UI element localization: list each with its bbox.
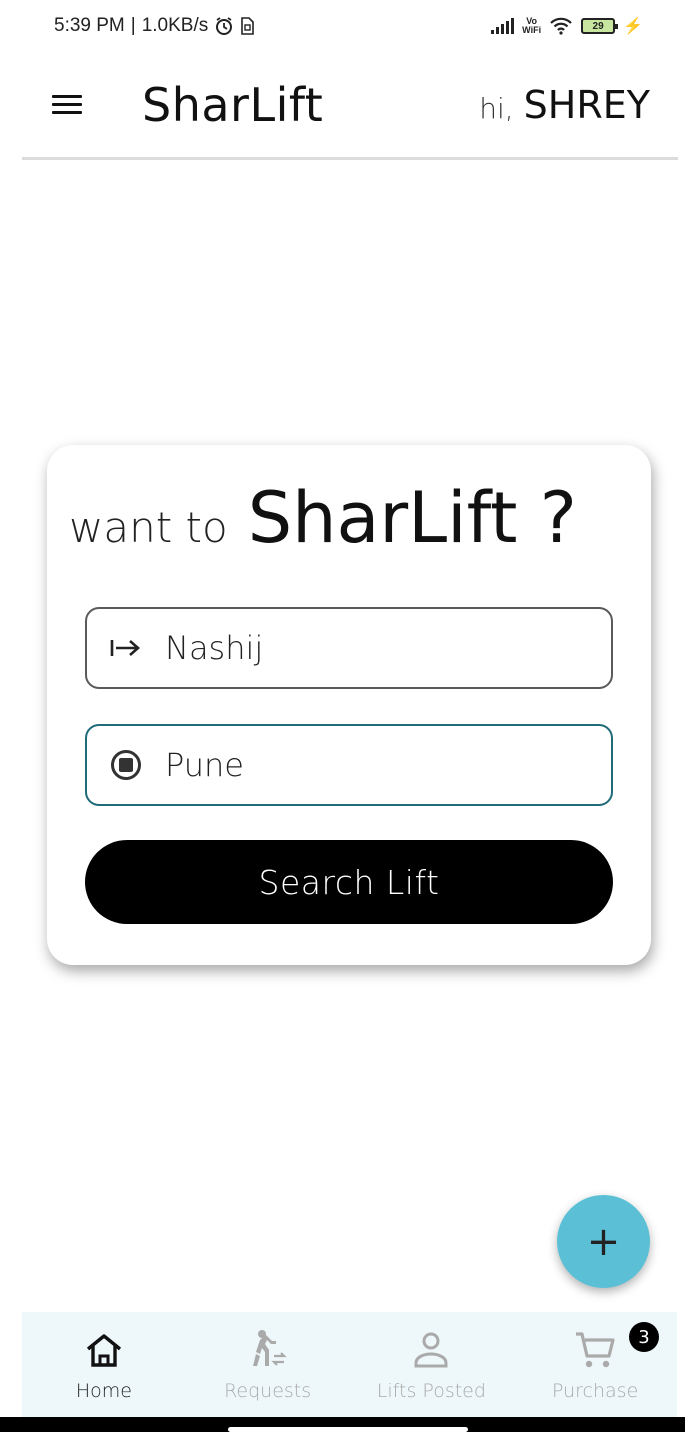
from-location-value: Nashij xyxy=(165,629,264,667)
app-bar: SharLift hi, SHREY xyxy=(22,52,678,160)
card-heading: want to SharLift ? xyxy=(69,477,577,559)
status-separator: | xyxy=(130,15,136,36)
greeting-hi: hi, xyxy=(479,91,514,125)
status-bar: 5:39 PM | 1.0KB/s Vo WiFi 29 ⚡ xyxy=(0,0,685,52)
to-location-value: Pune xyxy=(165,746,244,784)
search-lift-button[interactable]: Search Lift xyxy=(85,840,613,924)
sim-icon xyxy=(241,17,255,35)
status-time: 5:39 PM xyxy=(54,15,125,36)
cart-icon xyxy=(573,1328,617,1372)
nav-label-lifts-posted: Lifts Posted xyxy=(376,1379,486,1402)
plus-icon: + xyxy=(586,1218,621,1265)
add-lift-fab[interactable]: + xyxy=(557,1195,650,1288)
user-name: SHREY xyxy=(523,82,650,127)
radio-stop-icon xyxy=(109,748,143,782)
nav-label-home: Home xyxy=(75,1379,132,1402)
person-icon xyxy=(411,1328,451,1372)
search-lift-card: want to SharLift ? Nashij Pune Search Li… xyxy=(47,445,651,965)
hamburger-menu-icon[interactable] xyxy=(52,90,86,120)
status-right: Vo WiFi 29 ⚡ xyxy=(491,16,643,36)
from-location-field[interactable]: Nashij xyxy=(85,607,613,689)
app-title: SharLift xyxy=(142,77,324,132)
card-heading-brand: SharLift ? xyxy=(247,477,577,559)
to-location-field[interactable]: Pune xyxy=(85,724,613,806)
nav-item-lifts-posted[interactable]: Lifts Posted xyxy=(350,1312,514,1417)
nav-item-requests[interactable]: Requests xyxy=(186,1312,350,1417)
alarm-icon xyxy=(216,17,233,35)
wifi-icon xyxy=(550,17,572,35)
nav-label-purchase: Purchase xyxy=(551,1379,639,1402)
walking-transfer-icon xyxy=(246,1328,290,1372)
nav-item-purchase[interactable]: Purchase 3 xyxy=(513,1312,677,1417)
nav-item-home[interactable]: Home xyxy=(22,1312,186,1417)
charging-icon: ⚡ xyxy=(623,18,643,35)
signal-icon xyxy=(491,18,515,34)
battery-level: 29 xyxy=(592,20,604,32)
vowifi-icon: Vo WiFi xyxy=(522,16,542,35)
screen: 5:39 PM | 1.0KB/s Vo WiFi 29 ⚡ SharLift … xyxy=(0,0,685,1432)
status-speed: 1.0KB/s xyxy=(141,15,209,36)
greeting: hi, SHREY xyxy=(479,83,650,127)
status-left: 5:39 PM | 1.0KB/s xyxy=(54,15,255,37)
arrow-right-to-icon xyxy=(109,631,143,665)
home-indicator[interactable] xyxy=(228,1427,468,1432)
battery-icon: 29 xyxy=(581,18,619,34)
nav-label-requests: Requests xyxy=(224,1379,312,1402)
card-heading-want: want to xyxy=(69,503,228,552)
bottom-nav: Home Requests Lifts Posted Purchase 3 xyxy=(22,1312,677,1417)
cart-count-badge: 3 xyxy=(629,1322,659,1352)
home-icon xyxy=(84,1328,124,1372)
